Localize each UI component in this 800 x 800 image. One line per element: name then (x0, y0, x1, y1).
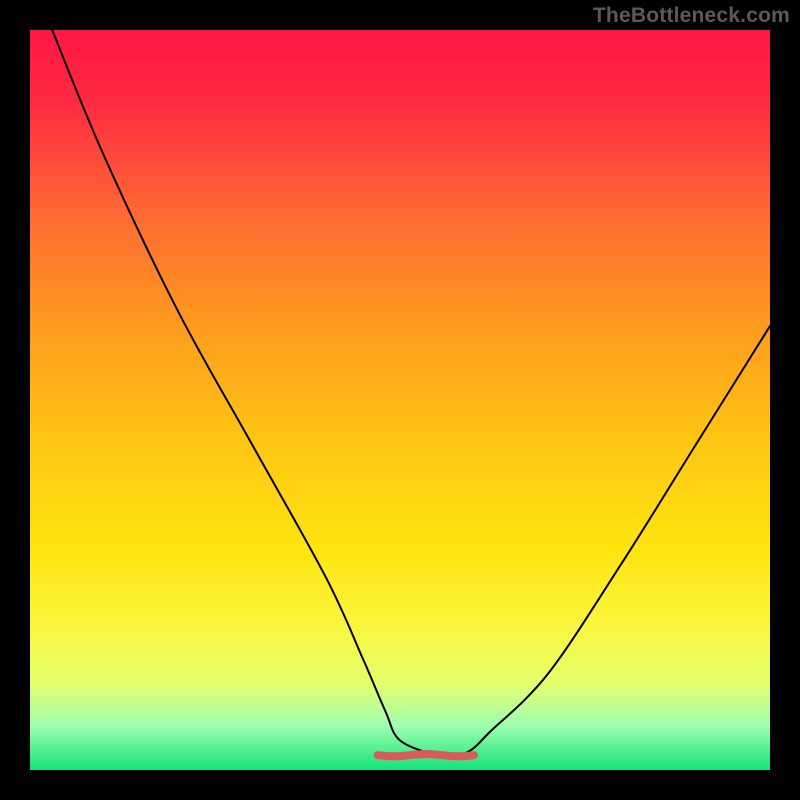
flat-bottom-segment (378, 754, 474, 756)
plot-background (30, 30, 770, 770)
chart-frame: TheBottleneck.com (0, 0, 800, 800)
bottleneck-chart (0, 0, 800, 800)
attribution-label: TheBottleneck.com (593, 4, 790, 28)
